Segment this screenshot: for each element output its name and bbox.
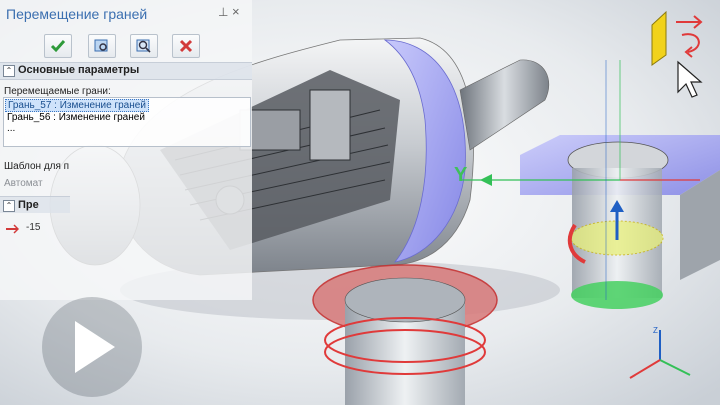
x-icon (179, 39, 193, 53)
template-label: Шаблон для п (4, 161, 70, 172)
collapse-icon[interactable]: ⌃ (3, 65, 15, 77)
pin-green-bottom (571, 281, 663, 309)
triad-z-label: Z (653, 326, 658, 335)
template-select[interactable]: Автомат (4, 178, 124, 192)
pin-icon[interactable]: ⊥ (218, 5, 228, 19)
ok-button[interactable] (44, 34, 72, 58)
faces-label: Перемещаемые грани: (4, 86, 111, 97)
section-second-header[interactable]: ⌃ Пре (0, 196, 70, 213)
check-icon (50, 40, 66, 53)
play-button[interactable] (42, 297, 142, 397)
preview-button[interactable] (88, 34, 116, 58)
zoom-preview-icon (136, 39, 151, 53)
property-panel: Перемещение граней ⊥ × ⌃ Основные параме… (0, 0, 252, 300)
panel-title: Перемещение граней (6, 6, 148, 22)
faces-list[interactable]: Грань_57 : Изменение граней Грань_56 : И… (3, 97, 251, 147)
play-icon (75, 321, 115, 373)
section-main-label: Основные параметры (18, 64, 140, 76)
faces-list-item[interactable]: Грань_57 : Изменение граней (5, 99, 149, 112)
faces-list-item[interactable]: Грань_56 : Изменение граней (5, 112, 147, 123)
hole-inner (344, 277, 466, 323)
distance-icon (6, 224, 19, 234)
close-icon[interactable]: × (232, 4, 240, 19)
collapse-icon[interactable]: ⌃ (3, 200, 15, 212)
y-axis-label: Y (454, 164, 468, 186)
preview-icon (94, 39, 108, 52)
detail-preview-button[interactable] (130, 34, 158, 58)
section-second-label: Пре (18, 199, 39, 211)
cancel-button[interactable] (172, 34, 200, 58)
faces-list-item[interactable]: ... (5, 123, 17, 134)
distance-value[interactable]: -15 (26, 222, 40, 233)
section-main-header[interactable]: ⌃ Основные параметры (0, 62, 252, 80)
